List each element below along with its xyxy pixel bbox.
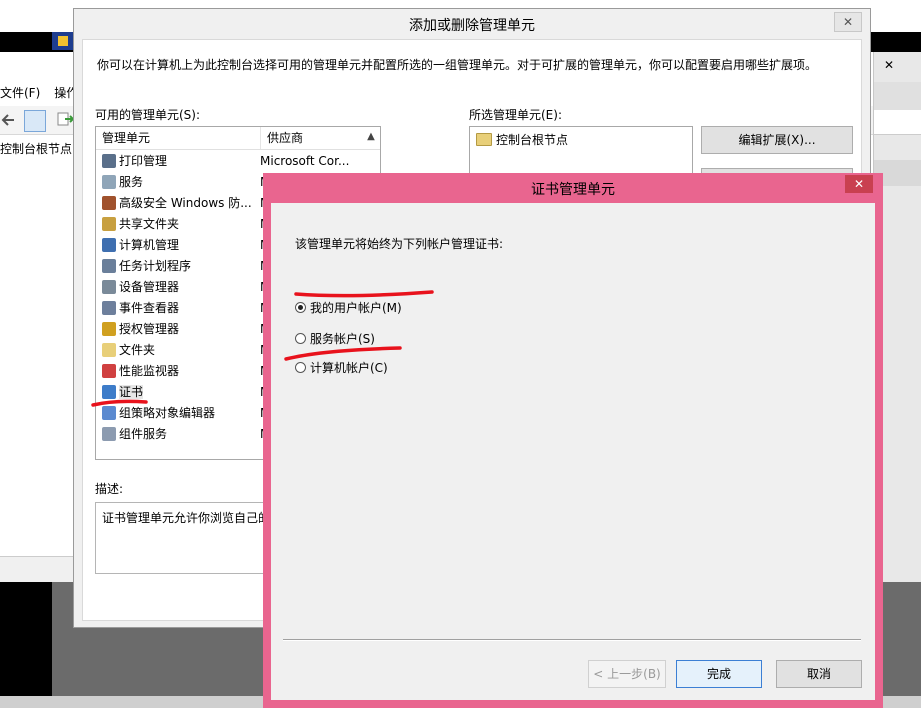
snapin-name: 服务	[119, 175, 144, 189]
device-icon	[102, 279, 116, 294]
available-snapins-label: 可用的管理单元(S):	[95, 108, 201, 122]
firewall-icon	[102, 195, 116, 210]
console-tree-icon[interactable]	[24, 110, 46, 132]
snapin-name: 性能监视器	[119, 364, 180, 378]
certificate-icon	[102, 384, 116, 399]
dialog-title: 添加或删除管理单元	[409, 18, 535, 34]
auth-icon	[102, 321, 116, 336]
perf-icon	[102, 363, 116, 378]
radio-label: 我的用户帐户(M)	[310, 301, 402, 315]
radio-button[interactable]	[295, 362, 306, 373]
certificates-snapin-dialog: 证书管理单元 ✕ 该管理单元将始终为下列帐户管理证书: 我的用户帐户(M) 服务…	[263, 173, 883, 708]
cert-dialog-body: 该管理单元将始终为下列帐户管理证书: 我的用户帐户(M) 服务帐户(S) 计算机…	[271, 203, 875, 700]
printer-icon	[102, 153, 116, 168]
description-label: 描述:	[95, 482, 124, 496]
folder-icon	[102, 342, 116, 357]
snapin-name: 打印管理	[119, 154, 168, 168]
edit-extensions-button[interactable]: 编辑扩展(X)...	[701, 126, 853, 154]
snapin-name: 组件服务	[119, 427, 168, 441]
menu-file[interactable]: 文件(F)	[0, 84, 40, 104]
share-icon	[102, 216, 116, 231]
policy-icon	[102, 405, 116, 420]
gears-icon	[102, 174, 116, 189]
clock-icon	[102, 258, 116, 273]
close-icon[interactable]: ✕	[834, 12, 862, 32]
dialog-intro-text: 你可以在计算机上为此控制台选择可用的管理单元并配置所选的一组管理单元。对于可扩展…	[97, 58, 818, 72]
selected-snapin-label: 控制台根节点	[496, 133, 569, 147]
cert-dialog-title: 证书管理单元	[531, 182, 615, 198]
desktop-black-strip	[0, 582, 52, 708]
dialog-titlebar: 添加或删除管理单元 ✕	[74, 9, 870, 39]
event-icon	[102, 300, 116, 315]
cancel-button[interactable]: 取消	[776, 660, 862, 688]
snapin-name: 设备管理器	[119, 280, 180, 294]
account-prompt: 该管理单元将始终为下列帐户管理证书:	[295, 237, 504, 251]
snapin-name: 授权管理器	[119, 322, 180, 336]
column-header-vendor[interactable]: 供应商	[261, 127, 303, 149]
snapin-name: 计算机管理	[119, 238, 180, 252]
computer-icon	[102, 237, 116, 252]
selected-snapins-label: 所选管理单元(E):	[469, 108, 562, 122]
tree-console-root[interactable]: 控制台根节点	[0, 140, 72, 157]
scroll-up-icon[interactable]: ▲	[362, 127, 380, 149]
column-header-name[interactable]: 管理单元	[96, 127, 261, 149]
close-icon[interactable]: ✕	[845, 175, 873, 193]
folder-icon	[476, 133, 492, 146]
radio-label: 计算机帐户(C)	[310, 361, 388, 375]
finish-button[interactable]: 完成	[676, 660, 762, 688]
separator	[283, 639, 861, 641]
snapin-name: 高级安全 Windows 防...	[119, 196, 252, 210]
snapin-name: 文件夹	[119, 343, 156, 357]
radio-computer-account[interactable]: 计算机帐户(C)	[295, 359, 388, 376]
radio-service-account[interactable]: 服务帐户(S)	[295, 330, 375, 347]
snapin-name: 任务计划程序	[119, 259, 192, 273]
list-header: 管理单元 供应商 ▲	[96, 127, 380, 150]
list-item[interactable]: 控制台根节点	[476, 131, 568, 148]
radio-button[interactable]	[295, 333, 306, 344]
mmc-menubar: 文件(F) 操作	[0, 84, 78, 104]
snapin-name: 证书	[119, 385, 144, 399]
snapin-vendor: Microsoft Cor...	[260, 153, 350, 168]
back-button[interactable]: < 上一步(B)	[588, 660, 666, 688]
minimize-icon[interactable]: ✕	[884, 58, 894, 72]
back-arrow-icon[interactable]	[0, 110, 20, 130]
component-icon	[102, 426, 116, 441]
table-row[interactable]: 打印管理 Microsoft Cor...	[96, 150, 380, 171]
radio-button[interactable]	[295, 302, 306, 313]
snapin-name: 组策略对象编辑器	[119, 406, 216, 420]
radio-my-user-account[interactable]: 我的用户帐户(M)	[295, 299, 402, 316]
snapin-name: 共享文件夹	[119, 217, 180, 231]
radio-label: 服务帐户(S)	[310, 332, 375, 346]
snapin-name: 事件查看器	[119, 301, 180, 315]
